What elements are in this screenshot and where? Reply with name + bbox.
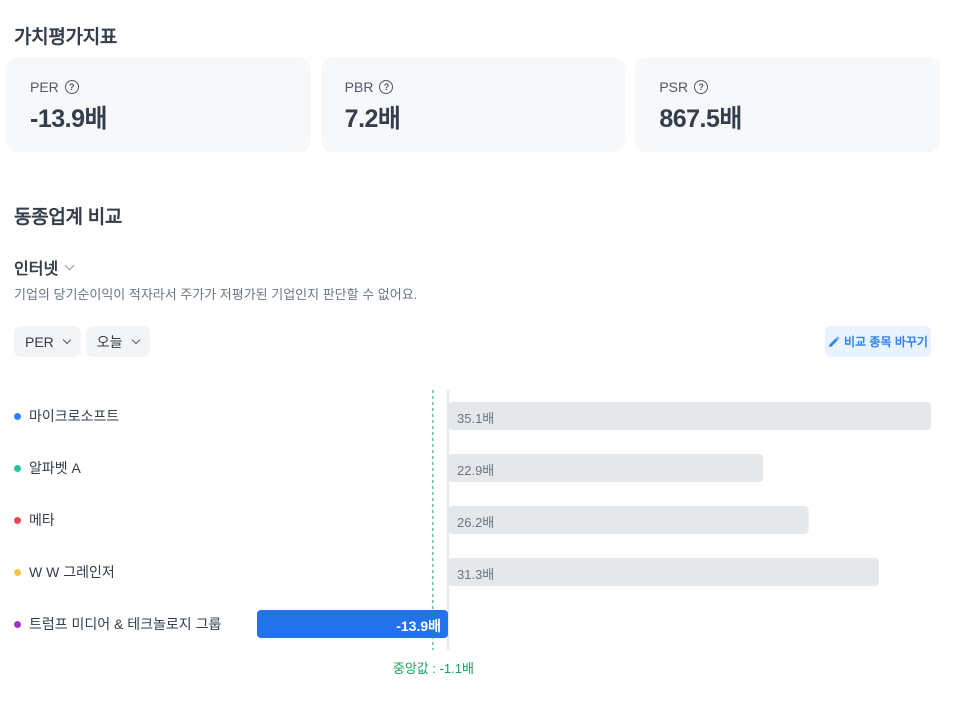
pbr-value: 7.2배 (344, 105, 401, 133)
chevron-down-icon (62, 335, 72, 344)
psr-card: PSR ? 867.5배 (635, 57, 941, 152)
legend-dot-icon (14, 620, 21, 628)
bar-value-label: -13.9배 (396, 618, 441, 634)
pbr-label: PBR (344, 79, 374, 95)
per-card: PER ? -13.9배 (6, 57, 311, 152)
per-card-label: PER ? (30, 79, 287, 95)
pbr-card: PBR ? 7.2배 (320, 57, 626, 152)
question-circle-icon[interactable]: ? (694, 80, 709, 94)
category-name: W W 그레인저 (29, 564, 115, 580)
legend-dot-icon (14, 568, 21, 576)
question-circle-icon[interactable]: ? (379, 80, 394, 94)
period-select-label: 오늘 (96, 333, 123, 350)
metric-select[interactable]: PER (14, 326, 81, 357)
chevron-down-icon (131, 335, 140, 344)
bar-0 (448, 402, 931, 430)
peer-comparison-chart: 마이크로소프트 35.1배알파벳 A 22.9배메타 26.2배 W W 그레인저 31.… (0, 385, 953, 685)
legend-dot-icon (14, 516, 21, 524)
bar-2 (448, 506, 809, 534)
chart-svg (257, 390, 931, 650)
bar-value-label: 31.3배 (457, 567, 495, 582)
category-name: 트럼프 미디어 & 테크놀로지 그룹 (29, 616, 222, 632)
bar-value-label: 22.9배 (457, 463, 495, 478)
period-select[interactable]: 오늘 (85, 326, 150, 357)
category-label: 메타 (14, 510, 55, 530)
psr-value: 867.5배 (659, 105, 742, 133)
category-label: 알파벳 A (14, 458, 81, 478)
valuation-section-title: 가치평가지표 (14, 27, 118, 48)
change-compare-button[interactable]: 비교 종목 바꾸기 (825, 326, 931, 357)
per-label: PER (30, 79, 59, 95)
industry-dropdown[interactable]: 인터넷 (14, 255, 75, 279)
pbr-card-label: PBR ? (345, 79, 602, 95)
category-label: 트럼프 미디어 & 테크놀로지 그룹 (14, 614, 221, 634)
peer-description: 기업의 당기순이익이 적자라서 주가가 저평가된 기업인지 판단할 수 없어요. (14, 287, 418, 302)
category-label: W W 그레인저 (14, 562, 115, 582)
pencil-icon (829, 336, 840, 347)
industry-label: 인터넷 (14, 261, 59, 278)
filter-chips: PER 오늘 (14, 326, 150, 357)
metric-select-label: PER (25, 333, 54, 350)
bar-3 (448, 558, 879, 586)
psr-label: PSR (659, 79, 689, 95)
per-value: -13.9배 (30, 105, 107, 133)
legend-dot-icon (14, 412, 21, 420)
chevron-down-icon (64, 260, 75, 270)
bar-value-label: 35.1배 (457, 411, 495, 426)
bar-value-label: 26.2배 (457, 515, 495, 530)
change-compare-label: 비교 종목 바꾸기 (844, 335, 928, 349)
category-name: 메타 (29, 512, 55, 528)
category-name: 마이크로소프트 (29, 408, 120, 424)
legend-dot-icon (14, 464, 21, 472)
median-label: 중앙값 : -1.1배 (392, 661, 474, 676)
question-circle-icon[interactable]: ? (64, 80, 79, 94)
category-label: 마이크로소프트 (14, 406, 119, 426)
category-name: 알파벳 A (29, 460, 81, 476)
valuation-cards: PER ? -13.9배 PBR ? 7.2배 PSR ? 867.5배 (6, 57, 941, 152)
peer-section-title: 동종업계 비교 (14, 207, 123, 228)
psr-card-label: PSR ? (659, 79, 916, 95)
bar-1 (448, 454, 764, 482)
